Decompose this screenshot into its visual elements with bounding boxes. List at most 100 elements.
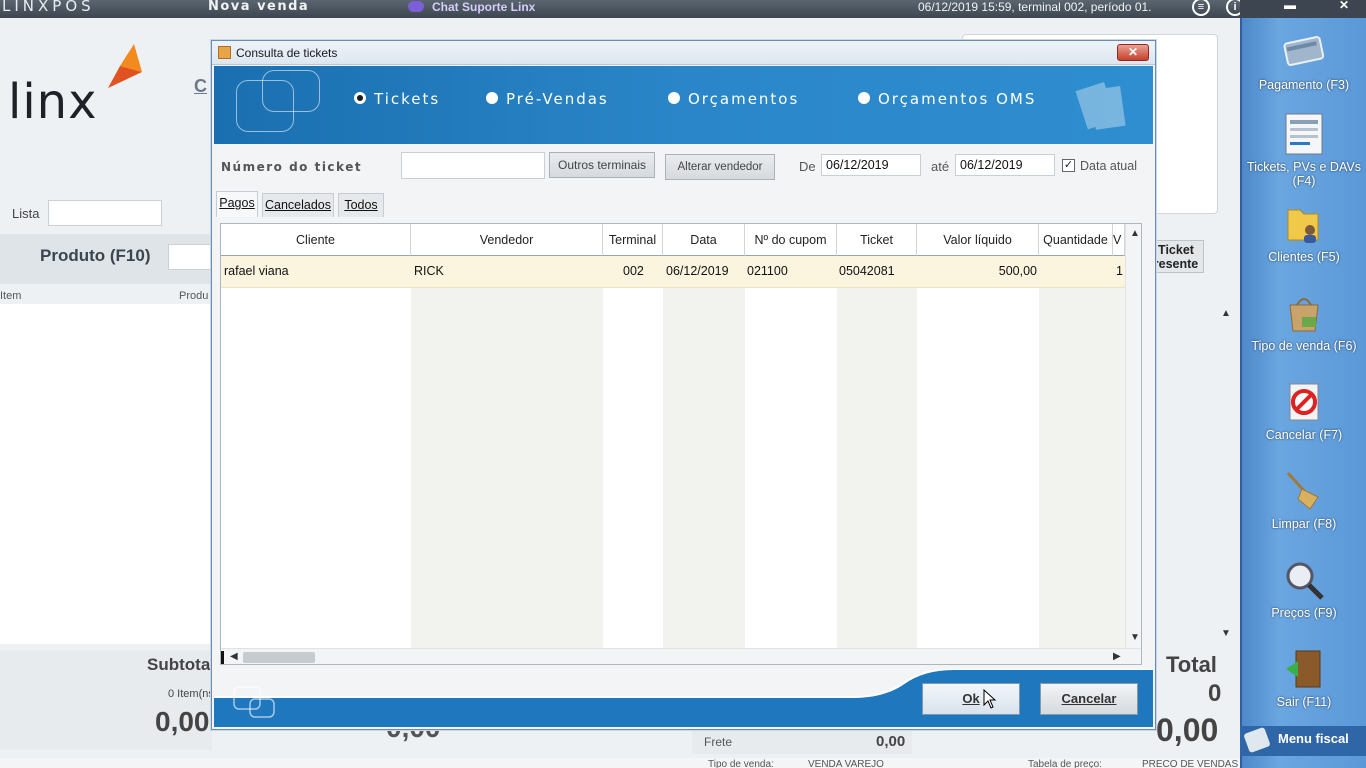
lista-input[interactable]: [48, 200, 162, 226]
message-icon[interactable]: ≡: [1192, 0, 1210, 16]
scroll-start-marker: [221, 651, 224, 664]
scroll-up-icon[interactable]: ▲: [1130, 228, 1140, 239]
date-to-input[interactable]: 06/12/2019: [955, 154, 1055, 176]
tickets-table: Cliente Vendedor Terminal Data Nº do cup…: [220, 223, 1142, 665]
dialog-close-button[interactable]: ✕: [1117, 44, 1149, 61]
product-input[interactable]: [168, 244, 212, 270]
cell-data: 06/12/2019: [666, 264, 729, 278]
radio-dot-icon: [858, 92, 870, 104]
cell-cliente: rafael viana: [224, 264, 289, 278]
dialog-title: Consulta de tickets: [236, 46, 338, 60]
data-atual-checkbox[interactable]: ✓: [1062, 159, 1075, 172]
status-text: 06/12/2019 15:59, terminal 002, período …: [918, 0, 1152, 14]
radio-dot-icon: [668, 92, 680, 104]
header-data[interactable]: Data: [663, 224, 745, 256]
alterar-vendedor-button[interactable]: Alterar vendedor: [665, 154, 775, 180]
col-bg: [917, 256, 1039, 648]
mouse-cursor-icon: [983, 689, 997, 709]
header-valor-liquido[interactable]: Valor líquido: [917, 224, 1039, 256]
col-bg: [411, 256, 603, 648]
cell-terminal: 002: [623, 264, 644, 278]
tickets-button[interactable]: Tickets, PVs e DAVs (F4): [1242, 112, 1366, 188]
prices-button[interactable]: Preços (F9): [1242, 558, 1366, 620]
dialog-app-icon: [218, 46, 231, 59]
exit-door-icon: [1286, 650, 1321, 688]
payment-icon: [1283, 36, 1325, 66]
col-bg: [745, 256, 837, 648]
clients-folder-icon: [1287, 209, 1319, 243]
total-label: Total: [1166, 652, 1217, 677]
col-bg: [837, 256, 917, 648]
tab-pagos[interactable]: Pagos: [216, 191, 258, 217]
items-count-label: 0 Item(ns: [168, 688, 214, 700]
col-bg: [221, 256, 411, 648]
document-type-banner: Tickets Pré-Vendas Orçamentos Orçamentos…: [214, 66, 1153, 144]
table-horizontal-scrollbar[interactable]: ◀ ▶: [221, 648, 1141, 664]
header-cupom[interactable]: Nº do cupom: [745, 224, 837, 256]
items-scrollbar[interactable]: ▲ ▼: [1217, 306, 1235, 644]
outros-terminais-button[interactable]: Outros terminais: [549, 152, 655, 178]
cell-vendedor: RICK: [414, 264, 444, 278]
radio-tickets[interactable]: Tickets: [354, 90, 440, 108]
subtotal-value: 0,00: [155, 706, 210, 737]
ticket-presente-button[interactable]: Ticket resente: [1148, 240, 1204, 273]
radio-orcamentos-oms[interactable]: Orçamentos OMS: [858, 90, 1036, 108]
documents-watermark-icon: [1075, 82, 1126, 130]
cell-ticket: 05042081: [839, 264, 895, 278]
cancel-sale-button[interactable]: Cancelar (F7): [1242, 380, 1366, 442]
data-atual-label: Data atual: [1080, 159, 1137, 173]
clients-button[interactable]: Clientes (F5): [1242, 202, 1366, 264]
decor-shape: [262, 70, 320, 112]
radio-pre-vendas[interactable]: Pré-Vendas: [486, 90, 609, 108]
ok-button[interactable]: Ok: [922, 683, 1020, 715]
header-v[interactable]: V: [1113, 224, 1125, 256]
chat-bubble-icon: [408, 1, 424, 12]
cancel-icon: [1289, 383, 1319, 421]
header-vendedor[interactable]: Vendedor: [411, 224, 603, 256]
broom-icon: [1286, 471, 1319, 510]
filter-row: Número do ticket Outros terminais Altera…: [212, 149, 1155, 185]
exit-button[interactable]: Sair (F11): [1242, 647, 1366, 709]
cell-valor-liquido: 500,00: [998, 264, 1037, 278]
top-bar: LINXPOS Nova venda Chat Suporte Linx 06/…: [0, 0, 1244, 18]
tab-cancelados[interactable]: Cancelados: [262, 193, 334, 217]
table-vertical-scrollbar[interactable]: ▲ ▼: [1125, 224, 1141, 648]
col-bg: [603, 256, 663, 648]
radio-dot-icon: [354, 92, 366, 104]
radio-dot-icon: [486, 92, 498, 104]
tab-todos[interactable]: Todos: [338, 193, 384, 217]
header-terminal[interactable]: Terminal: [603, 224, 663, 256]
header-ticket[interactable]: Ticket: [837, 224, 917, 256]
scroll-right-icon[interactable]: ▶: [1113, 651, 1121, 662]
sale-type-button[interactable]: Tipo de venda (F6): [1242, 291, 1366, 353]
minimize-icon[interactable]: ▬: [1278, 0, 1302, 12]
date-from-input[interactable]: 06/12/2019: [821, 154, 921, 176]
scroll-down-icon[interactable]: ▼: [1130, 632, 1140, 643]
date-to-label: até: [931, 159, 950, 174]
cell-quantidade: 1: [1116, 264, 1123, 278]
header-cliente[interactable]: Cliente: [221, 224, 411, 256]
app-logo: LINXPOS: [2, 0, 95, 15]
date-from-label: De: [799, 159, 816, 174]
window-controls: ▬ ✕: [1240, 0, 1366, 18]
ticket-number-input[interactable]: [401, 152, 545, 179]
payment-button[interactable]: Pagamento (F3): [1242, 30, 1366, 92]
frete-value: 0,00: [876, 733, 906, 750]
col-bg: [1039, 256, 1125, 648]
scroll-left-icon[interactable]: ◀: [230, 651, 238, 662]
window-close-icon[interactable]: ✕: [1332, 0, 1356, 12]
screen-title: Nova venda: [208, 0, 310, 14]
chat-support-link[interactable]: Chat Suporte Linx: [408, 0, 535, 14]
dialog-titlebar: Consulta de tickets ✕: [212, 41, 1155, 65]
clear-button[interactable]: Limpar (F8): [1242, 469, 1366, 531]
linx-brand: linx: [8, 74, 98, 130]
ticket-number-label: Número do ticket: [221, 160, 363, 174]
header-quantidade[interactable]: Quantidade: [1039, 224, 1113, 256]
cell-cupom: 021100: [747, 264, 788, 278]
menu-fiscal-button[interactable]: Menu fiscal: [1240, 726, 1366, 756]
cancel-button[interactable]: Cancelar: [1040, 683, 1138, 715]
bg-tab-label[interactable]: C: [194, 76, 207, 97]
horizontal-scroll-thumb[interactable]: [243, 652, 315, 663]
radio-orcamentos[interactable]: Orçamentos: [668, 90, 799, 108]
product-label: Produto (F10): [40, 246, 151, 265]
